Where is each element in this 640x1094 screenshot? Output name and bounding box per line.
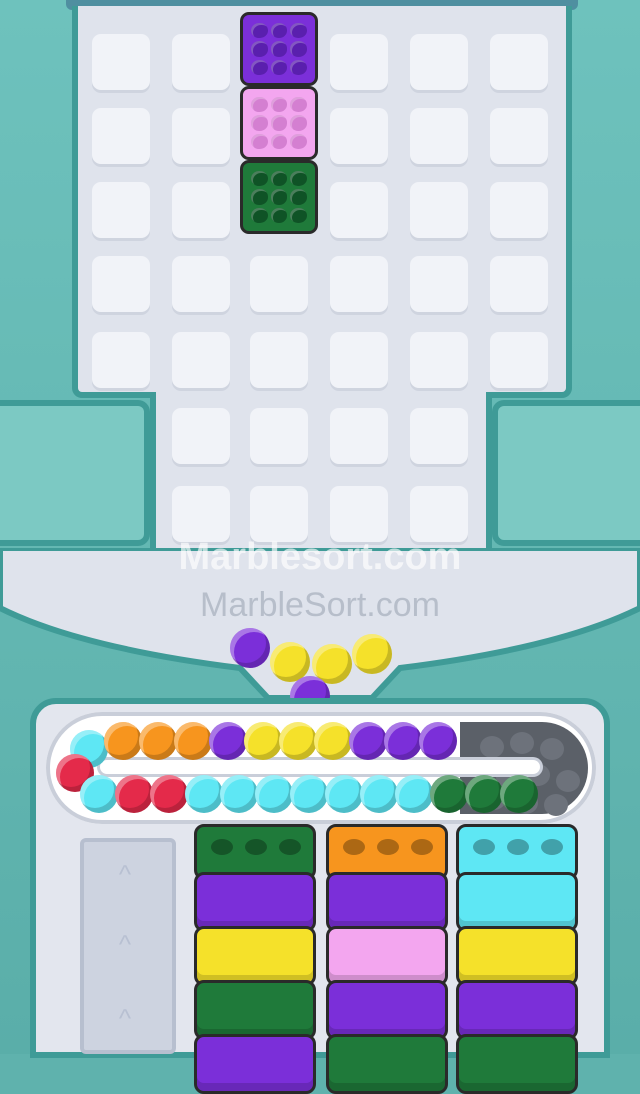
board-cell[interactable]	[172, 182, 230, 238]
cyan-marble	[185, 775, 223, 813]
yellow-marble	[244, 722, 282, 760]
board-cell[interactable]	[172, 108, 230, 164]
green-stack-layer	[326, 1034, 448, 1094]
board-cell[interactable]	[410, 34, 468, 90]
board-cell[interactable]	[250, 256, 308, 312]
cyan-marble	[360, 775, 398, 813]
green-stack-layer	[194, 980, 316, 1040]
board-cell[interactable]	[490, 182, 548, 238]
orange-marble	[139, 722, 177, 760]
pink-marble-block[interactable]	[240, 86, 318, 160]
purple-marble	[209, 722, 247, 760]
conveyor-divider	[100, 760, 540, 774]
board-cell[interactable]	[490, 256, 548, 312]
board-cell[interactable]	[172, 486, 230, 542]
board-cell[interactable]	[172, 332, 230, 388]
chevron-up-icon: ^	[118, 859, 132, 889]
board-cell[interactable]	[92, 332, 150, 388]
cyan-marble	[255, 775, 293, 813]
purple-stack-layer	[326, 872, 448, 932]
left-side-panel	[0, 400, 150, 546]
pink-stack-layer	[326, 926, 448, 986]
board-cell[interactable]	[330, 408, 388, 464]
slot-hole	[377, 839, 399, 855]
board-cell[interactable]	[410, 408, 468, 464]
empty-slot	[544, 794, 568, 816]
cyan-marble	[290, 775, 328, 813]
slot-hole	[541, 839, 563, 855]
chevron-up-icon: ^	[118, 929, 132, 959]
purple-marble	[230, 628, 270, 668]
cyan-marble	[395, 775, 433, 813]
slot-hole	[245, 839, 267, 855]
purple-stack-layer	[194, 872, 316, 932]
orange-marble	[174, 722, 212, 760]
board-cell[interactable]	[490, 34, 548, 90]
board-cell[interactable]	[250, 332, 308, 388]
board-cell[interactable]	[92, 182, 150, 238]
empty-slot	[480, 736, 504, 758]
board-cell[interactable]	[410, 256, 468, 312]
chevron-up-icon: ^	[118, 1003, 132, 1033]
purple-marble	[384, 722, 422, 760]
cyan-stack-layer	[456, 872, 578, 932]
slot-hole	[473, 839, 495, 855]
cyan-marble	[220, 775, 258, 813]
orange-marble	[104, 722, 142, 760]
cyan-marble	[80, 775, 118, 813]
slot-hole	[411, 839, 433, 855]
board-cell[interactable]	[92, 108, 150, 164]
board-cell[interactable]	[172, 34, 230, 90]
purple-marble	[419, 722, 457, 760]
watermark-secondary: MarbleSort.com	[200, 586, 440, 624]
board-cell[interactable]	[490, 332, 548, 388]
purple-marble-block[interactable]	[240, 12, 318, 86]
watermark-primary: Marblesort.com	[178, 536, 462, 578]
purple-marble	[349, 722, 387, 760]
board-cell[interactable]	[410, 332, 468, 388]
board-cell[interactable]	[172, 256, 230, 312]
yellow-marble	[352, 634, 392, 674]
board-cell[interactable]	[490, 108, 548, 164]
red-marble	[150, 775, 188, 813]
board-cell[interactable]	[172, 408, 230, 464]
board-cell[interactable]	[330, 182, 388, 238]
red-marble	[115, 775, 153, 813]
green-marble	[500, 775, 538, 813]
board-cell[interactable]	[250, 408, 308, 464]
cyan-marble	[325, 775, 363, 813]
right-side-panel	[492, 400, 640, 546]
slot-hole	[343, 839, 365, 855]
green-marble-block[interactable]	[240, 160, 318, 234]
board-cell[interactable]	[410, 486, 468, 542]
board-cell[interactable]	[330, 486, 388, 542]
board-cell[interactable]	[330, 256, 388, 312]
slot-hole	[507, 839, 529, 855]
green-marble	[465, 775, 503, 813]
board-cell[interactable]	[330, 108, 388, 164]
slot-hole	[279, 839, 301, 855]
board-cell[interactable]	[250, 486, 308, 542]
board-cell[interactable]	[92, 256, 150, 312]
board-cell[interactable]	[410, 108, 468, 164]
slot-hole	[211, 839, 233, 855]
yellow-stack-layer	[456, 926, 578, 986]
empty-slot	[540, 738, 564, 760]
yellow-marble	[279, 722, 317, 760]
board-cell[interactable]	[330, 332, 388, 388]
yellow-stack-layer	[194, 926, 316, 986]
board-cell[interactable]	[330, 34, 388, 90]
board-cell[interactable]	[410, 182, 468, 238]
empty-slot	[556, 770, 580, 792]
yellow-marble	[314, 722, 352, 760]
empty-slot	[510, 732, 534, 754]
purple-stack-layer	[456, 980, 578, 1040]
purple-stack-layer	[194, 1034, 316, 1094]
green-marble	[430, 775, 468, 813]
board-cell[interactable]	[92, 34, 150, 90]
green-stack-layer	[456, 1034, 578, 1094]
purple-stack-layer	[326, 980, 448, 1040]
